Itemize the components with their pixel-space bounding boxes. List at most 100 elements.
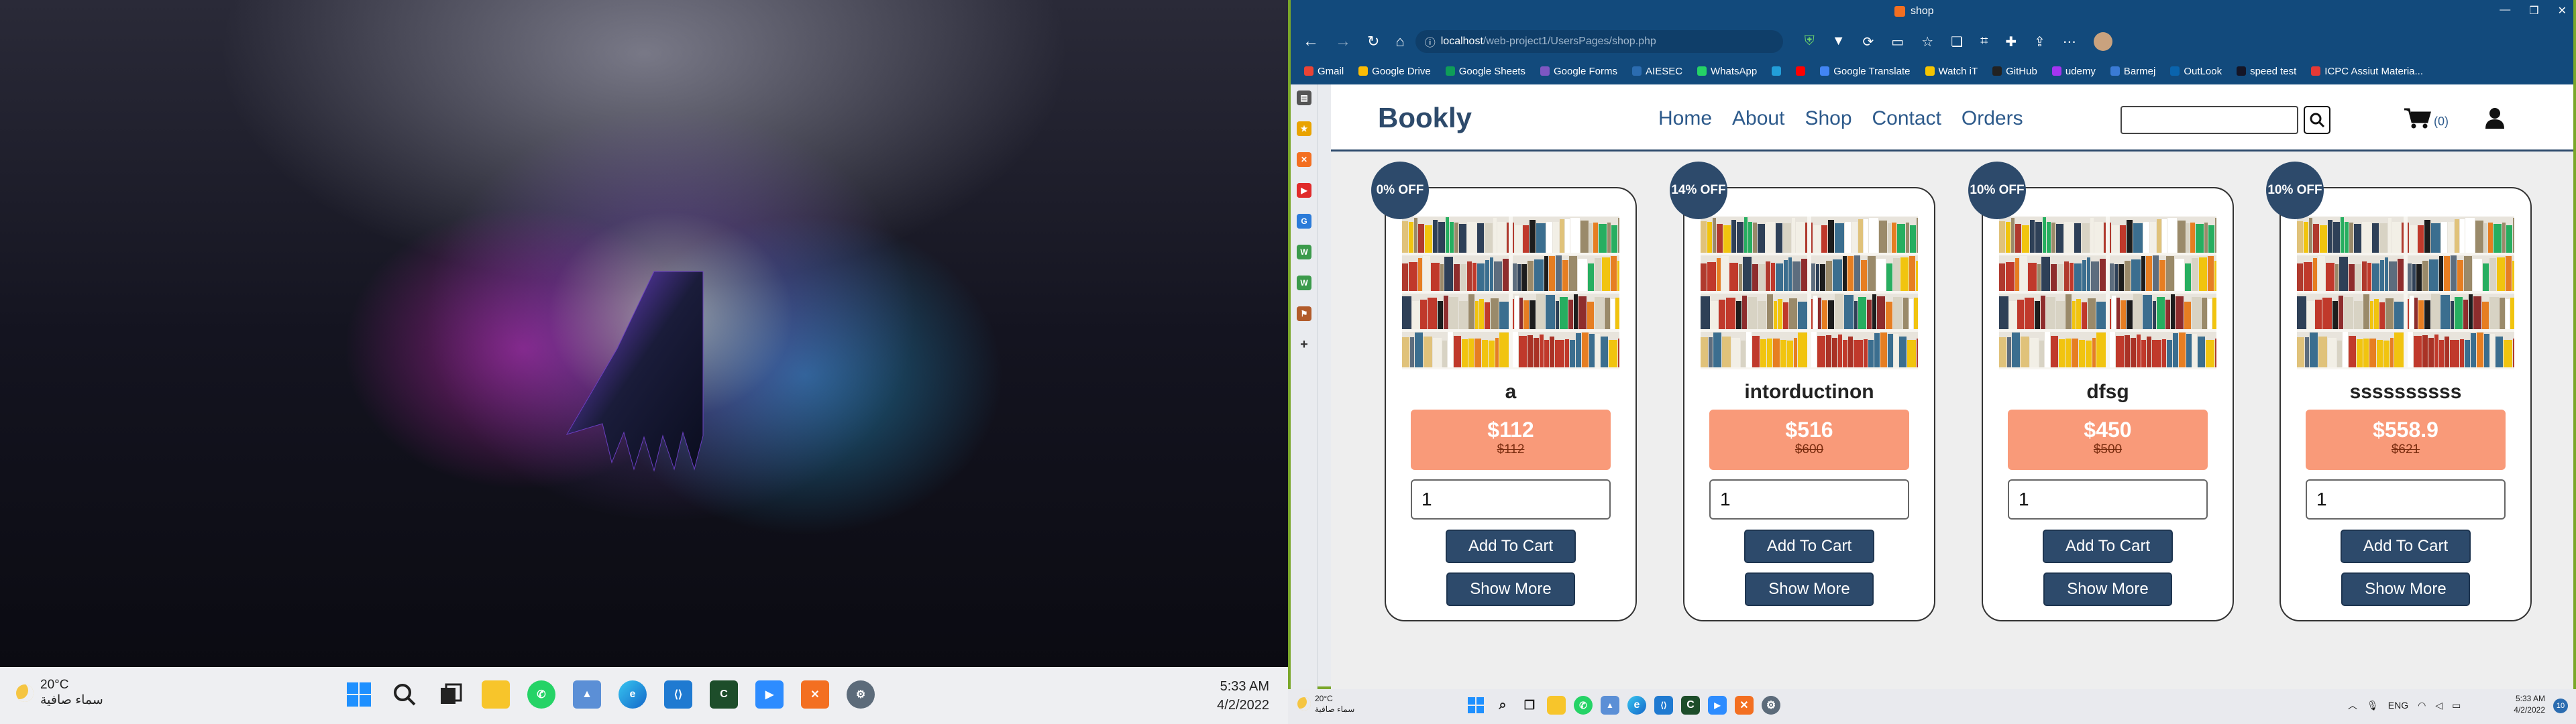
vscode-icon[interactable]: ⟨⟩ (1654, 696, 1673, 715)
favorite-item[interactable]: Gmail (1304, 66, 1344, 77)
shield-extension-icon[interactable]: ⛨ (1805, 34, 1815, 50)
nav-home[interactable]: Home (1658, 107, 1712, 130)
favorite-item[interactable] (1796, 66, 1806, 76)
xampp-icon[interactable]: ✕ (1735, 696, 1754, 715)
favorite-item[interactable]: Barmej (2110, 66, 2155, 77)
show-more-button[interactable]: Show More (1745, 572, 1874, 606)
brand-logo[interactable]: Bookly (1378, 102, 1472, 134)
xampp-icon[interactable]: ✕ (801, 680, 829, 709)
chevron-up-icon[interactable]: ︿ (2348, 699, 2357, 712)
profile-avatar[interactable] (2093, 32, 2112, 51)
collections-icon[interactable]: ❏ (1951, 34, 1963, 50)
add-to-cart-button[interactable]: Add To Cart (2341, 530, 2471, 563)
product-image[interactable] (1701, 217, 1918, 369)
show-more-button[interactable]: Show More (2341, 572, 2470, 606)
file-explorer-icon[interactable] (1547, 696, 1566, 715)
volume-icon[interactable]: ◁ (2435, 700, 2443, 711)
favorites-star-icon[interactable]: ☆ (1921, 34, 1933, 50)
task-view-icon[interactable] (436, 680, 464, 709)
add-to-cart-button[interactable]: Add To Cart (2043, 530, 2173, 563)
favorite-item[interactable]: udemy (2051, 66, 2096, 77)
windows-start-icon[interactable] (1466, 696, 1485, 715)
zoom-icon[interactable]: ▶ (1708, 696, 1727, 715)
edge-icon[interactable]: e (619, 680, 647, 709)
tab-actions-icon[interactable]: ▤ (1297, 90, 1311, 105)
close-icon[interactable]: ✕ (2558, 4, 2567, 17)
favorite-item[interactable]: speed test (2237, 66, 2296, 77)
task-view-icon[interactable]: ❐ (1520, 696, 1539, 715)
product-image[interactable] (1402, 217, 1619, 369)
favorite-item[interactable]: Google Sheets (1445, 66, 1525, 77)
favorite-item[interactable]: WhatsApp (1697, 66, 1757, 77)
notification-badge[interactable]: 10 (2553, 699, 2568, 713)
favorite-item[interactable] (1772, 66, 1782, 76)
file-explorer-icon[interactable] (482, 680, 510, 709)
minimize-icon[interactable]: — (2500, 4, 2510, 17)
favorite-item[interactable]: Google Forms (1540, 66, 1617, 77)
favorite-item[interactable]: Google Translate (1820, 66, 1911, 77)
sidebar-youtube-icon[interactable]: ▶ (1297, 183, 1311, 198)
favorite-item[interactable]: OutLook (2170, 66, 2222, 77)
sidebar-app-5-icon[interactable]: ⚑ (1297, 306, 1311, 321)
cart-link[interactable]: (0) (2404, 107, 2449, 129)
windows-start-icon[interactable] (345, 680, 373, 709)
settings-gear-icon[interactable]: ⚙ (1762, 696, 1780, 715)
whatsapp-icon[interactable]: ✆ (527, 680, 555, 709)
nav-orders[interactable]: Orders (1962, 107, 2023, 130)
weather-widget[interactable]: 20°C سماء صافية (16, 678, 103, 708)
sidebar-app-2-icon[interactable]: G (1297, 214, 1311, 229)
sync-extension-icon[interactable]: ⟳ (1863, 34, 1874, 50)
sidebar-app-1-icon[interactable]: ★ (1297, 121, 1311, 136)
add-to-cart-button[interactable]: Add To Cart (1744, 530, 1874, 563)
language-indicator[interactable]: ENG (2388, 700, 2408, 711)
edge-icon[interactable]: e (1627, 696, 1646, 715)
favorite-item[interactable]: Watch iT (1925, 66, 1978, 77)
nav-shop[interactable]: Shop (1805, 107, 1851, 130)
codeblocks-icon[interactable]: C (1681, 696, 1700, 715)
user-account-link[interactable] (2485, 107, 2505, 132)
whatsapp-icon[interactable]: ✆ (1574, 696, 1593, 715)
back-icon[interactable]: ← (1303, 32, 1319, 51)
url-bar[interactable]: ⓘ localhost/web-project1/UsersPages/shop… (1415, 30, 1783, 53)
quantity-input[interactable]: 1 (1411, 479, 1611, 520)
quantity-input[interactable]: 1 (2306, 479, 2506, 520)
photos-icon[interactable]: ▲ (1601, 696, 1619, 715)
search-button[interactable] (2304, 106, 2330, 134)
battery-icon[interactable]: ▭ (2452, 700, 2461, 711)
maximize-icon[interactable]: ❐ (2529, 4, 2538, 17)
weather-widget-right[interactable]: 20°C سماء صافية (1297, 693, 1354, 715)
zoom-icon[interactable]: ▶ (755, 680, 784, 709)
forward-icon[interactable]: → (1335, 32, 1351, 51)
extensions-puzzle-icon[interactable]: ✚ (2005, 34, 2017, 50)
share-icon[interactable]: ⇪ (2034, 34, 2045, 50)
microphone-icon[interactable]: 🎙 (2367, 700, 2379, 711)
refresh-icon[interactable]: ↻ (1367, 33, 1379, 50)
quantity-input[interactable]: 1 (1709, 479, 1909, 520)
product-image[interactable] (1999, 217, 2216, 369)
favorite-item[interactable]: ICPC Assiut Materia... (2311, 66, 2423, 77)
info-icon[interactable]: ⓘ (1425, 34, 1436, 50)
nav-contact[interactable]: Contact (1872, 107, 1941, 130)
show-more-button[interactable]: Show More (1446, 572, 1575, 606)
vpn-extension-icon[interactable]: ▼ (1832, 34, 1845, 50)
more-menu-icon[interactable]: ⋯ (2063, 34, 2076, 50)
split-icon[interactable]: ▭ (1891, 34, 1904, 50)
add-sidebar-icon[interactable]: + (1297, 337, 1311, 352)
add-to-cart-button[interactable]: Add To Cart (1446, 530, 1576, 563)
search-icon[interactable] (390, 680, 419, 709)
search-input[interactable] (2121, 106, 2298, 134)
home-icon[interactable]: ⌂ (1395, 33, 1404, 50)
sidebar-app-3-icon[interactable]: W (1297, 245, 1311, 259)
search-icon[interactable]: ⌕ (1493, 696, 1512, 715)
screenshot-icon[interactable]: ⌗ (1980, 34, 1988, 50)
tab-active[interactable]: shop (1894, 5, 1934, 17)
settings-gear-icon[interactable]: ⚙ (847, 680, 875, 709)
nav-about[interactable]: About (1732, 107, 1784, 130)
sidebar-app-4-icon[interactable]: W (1297, 276, 1311, 290)
photos-icon[interactable]: ▲ (573, 680, 601, 709)
wifi-icon[interactable]: ◠ (2418, 700, 2426, 711)
system-clock[interactable]: 5:33 AM 4/2/2022 (1217, 677, 1269, 715)
sidebar-xampp-icon[interactable]: ✕ (1297, 152, 1311, 167)
favorite-item[interactable]: AIESEC (1632, 66, 1682, 77)
codeblocks-icon[interactable]: C (710, 680, 738, 709)
